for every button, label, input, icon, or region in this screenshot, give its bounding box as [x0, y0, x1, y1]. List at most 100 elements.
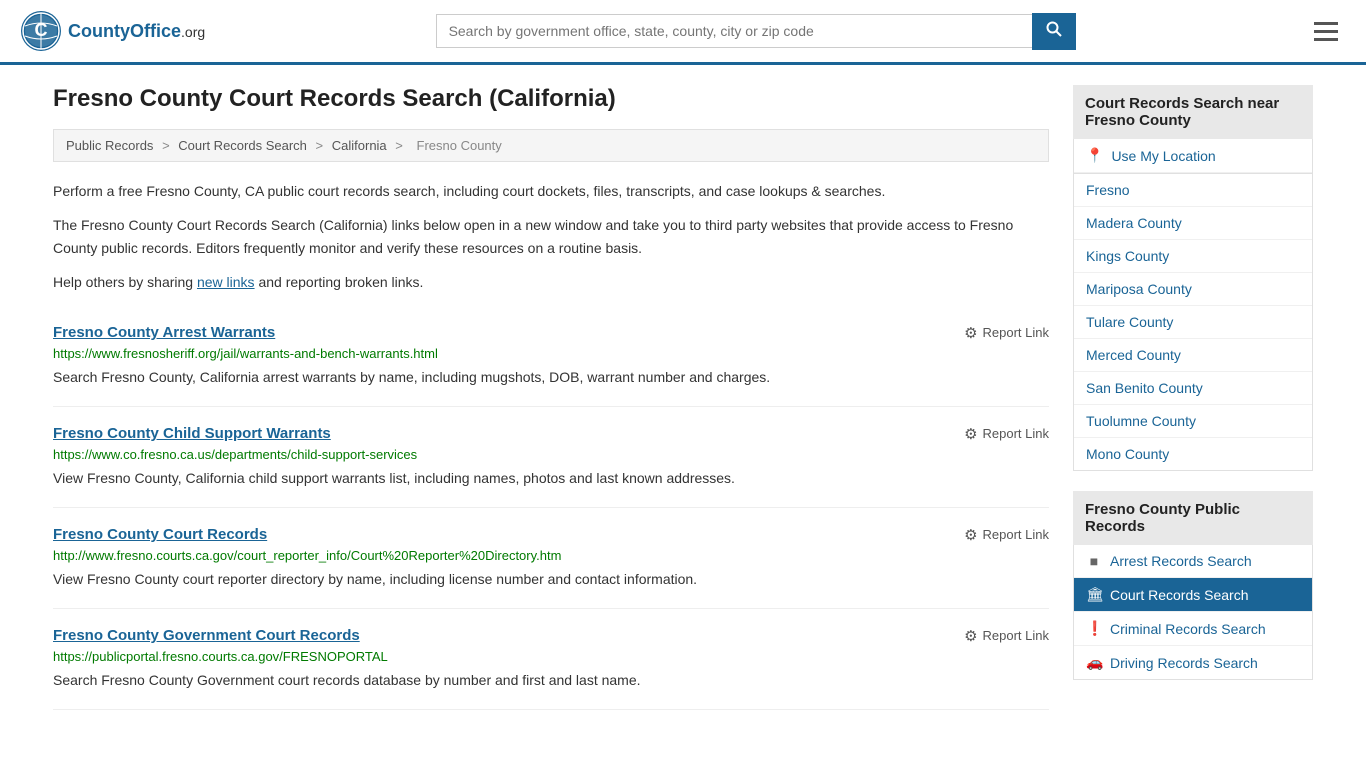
search-area [436, 13, 1076, 50]
result-title-2[interactable]: Fresno County Court Records [53, 526, 267, 543]
result-item: Fresno County Government Court Records ⚙… [53, 609, 1049, 710]
nearby-item: Kings County [1074, 240, 1312, 273]
nearby-link-8[interactable]: Mono County [1074, 438, 1312, 470]
nearby-item: Mono County [1074, 438, 1312, 470]
records-icon-1: 🏛 [1086, 586, 1102, 603]
result-title-row: Fresno County Arrest Warrants ⚙ Report L… [53, 324, 1049, 342]
nearby-item: Merced County [1074, 339, 1312, 372]
site-header: C CountyOffice.org [0, 0, 1366, 65]
breadcrumb: Public Records > Court Records Search > … [53, 129, 1049, 162]
nearby-link-1[interactable]: Madera County [1074, 207, 1312, 239]
menu-button[interactable] [1306, 18, 1346, 45]
records-label-3: Driving Records Search [1110, 655, 1258, 671]
nearby-links-list: FresnoMadera CountyKings CountyMariposa … [1073, 174, 1313, 471]
report-label-1: Report Link [983, 426, 1049, 441]
hamburger-icon [1314, 22, 1338, 41]
nearby-link-4[interactable]: Tulare County [1074, 306, 1312, 338]
result-desc-1: View Fresno County, California child sup… [53, 468, 1049, 489]
report-label-3: Report Link [983, 628, 1049, 643]
breadcrumb-public-records[interactable]: Public Records [66, 138, 153, 153]
result-item: Fresno County Arrest Warrants ⚙ Report L… [53, 306, 1049, 407]
logo-icon: C [20, 10, 62, 52]
records-item: ❗ Criminal Records Search [1074, 612, 1312, 646]
records-label-1: Court Records Search [1110, 587, 1249, 603]
records-icon-3: 🚗 [1086, 654, 1102, 671]
breadcrumb-sep-3: > [395, 138, 406, 153]
report-link-1[interactable]: ⚙ Report Link [964, 425, 1049, 443]
use-location-label: Use My Location [1111, 148, 1215, 164]
records-section-header: Fresno County Public Records [1073, 491, 1313, 545]
nearby-link-7[interactable]: Tuolumne County [1074, 405, 1312, 437]
report-link-3[interactable]: ⚙ Report Link [964, 627, 1049, 645]
desc3-pre: Help others by sharing [53, 274, 197, 290]
description-2: The Fresno County Court Records Search (… [53, 214, 1049, 259]
records-icon-2: ❗ [1086, 620, 1102, 637]
nearby-item: San Benito County [1074, 372, 1312, 405]
breadcrumb-sep-2: > [316, 138, 327, 153]
result-url-0[interactable]: https://www.fresnosheriff.org/jail/warra… [53, 346, 1049, 361]
report-label-0: Report Link [983, 325, 1049, 340]
records-item: 🚗 Driving Records Search [1074, 646, 1312, 679]
breadcrumb-california[interactable]: California [332, 138, 387, 153]
result-url-1[interactable]: https://www.co.fresno.ca.us/departments/… [53, 447, 1049, 462]
nearby-item: Fresno [1074, 174, 1312, 207]
nearby-list: 📍 Use My Location [1073, 139, 1313, 174]
records-list: ■ Arrest Records Search 🏛 Court Records … [1073, 545, 1313, 680]
new-links-link[interactable]: new links [197, 274, 255, 290]
records-icon-0: ■ [1086, 553, 1102, 569]
sidebar: Court Records Search near Fresno County … [1073, 85, 1313, 710]
search-icon [1046, 21, 1062, 37]
records-label-2: Criminal Records Search [1110, 621, 1266, 637]
result-url-2[interactable]: http://www.fresno.courts.ca.gov/court_re… [53, 548, 1049, 563]
desc3-post: and reporting broken links. [255, 274, 424, 290]
nearby-item: Tuolumne County [1074, 405, 1312, 438]
nearby-link-0[interactable]: Fresno [1074, 174, 1312, 206]
description-1: Perform a free Fresno County, CA public … [53, 180, 1049, 202]
records-item: 🏛 Court Records Search [1074, 578, 1312, 612]
breadcrumb-fresno-county: Fresno County [417, 138, 502, 153]
records-link-1[interactable]: 🏛 Court Records Search [1074, 578, 1312, 611]
results-container: Fresno County Arrest Warrants ⚙ Report L… [53, 306, 1049, 710]
nearby-link-6[interactable]: San Benito County [1074, 372, 1312, 404]
result-title-0[interactable]: Fresno County Arrest Warrants [53, 324, 275, 341]
report-link-0[interactable]: ⚙ Report Link [964, 324, 1049, 342]
use-location-item: 📍 Use My Location [1074, 139, 1312, 173]
result-title-3[interactable]: Fresno County Government Court Records [53, 627, 360, 644]
nearby-section: Court Records Search near Fresno County … [1073, 85, 1313, 471]
breadcrumb-sep-1: > [162, 138, 173, 153]
result-title-row: Fresno County Court Records ⚙ Report Lin… [53, 526, 1049, 544]
result-desc-0: Search Fresno County, California arrest … [53, 367, 1049, 388]
result-title-row: Fresno County Child Support Warrants ⚙ R… [53, 425, 1049, 443]
breadcrumb-court-records[interactable]: Court Records Search [178, 138, 307, 153]
main-content: Fresno County Court Records Search (Cali… [53, 85, 1049, 710]
records-link-2[interactable]: ❗ Criminal Records Search [1074, 612, 1312, 645]
search-input[interactable] [436, 14, 1032, 48]
records-link-0[interactable]: ■ Arrest Records Search [1074, 545, 1312, 577]
records-section: Fresno County Public Records ■ Arrest Re… [1073, 491, 1313, 680]
report-link-2[interactable]: ⚙ Report Link [964, 526, 1049, 544]
report-icon-1: ⚙ [964, 425, 977, 443]
search-button[interactable] [1032, 13, 1076, 50]
result-title-1[interactable]: Fresno County Child Support Warrants [53, 425, 331, 442]
report-icon-2: ⚙ [964, 526, 977, 544]
nearby-link-2[interactable]: Kings County [1074, 240, 1312, 272]
main-container: Fresno County Court Records Search (Cali… [33, 65, 1333, 750]
nearby-item: Madera County [1074, 207, 1312, 240]
nearby-section-header: Court Records Search near Fresno County [1073, 85, 1313, 139]
nearby-item: Tulare County [1074, 306, 1312, 339]
records-link-3[interactable]: 🚗 Driving Records Search [1074, 646, 1312, 679]
location-icon: 📍 [1086, 147, 1103, 164]
logo-area: C CountyOffice.org [20, 10, 205, 52]
nearby-link-3[interactable]: Mariposa County [1074, 273, 1312, 305]
result-title-row: Fresno County Government Court Records ⚙… [53, 627, 1049, 645]
logo-text: CountyOffice.org [68, 21, 205, 42]
report-label-2: Report Link [983, 527, 1049, 542]
report-icon-3: ⚙ [964, 627, 977, 645]
use-location-button[interactable]: 📍 Use My Location [1074, 139, 1312, 173]
nearby-link-5[interactable]: Merced County [1074, 339, 1312, 371]
result-item: Fresno County Child Support Warrants ⚙ R… [53, 407, 1049, 508]
nearby-item: Mariposa County [1074, 273, 1312, 306]
result-url-3[interactable]: https://publicportal.fresno.courts.ca.go… [53, 649, 1049, 664]
page-title: Fresno County Court Records Search (Cali… [53, 85, 1049, 113]
result-desc-2: View Fresno County court reporter direct… [53, 569, 1049, 590]
